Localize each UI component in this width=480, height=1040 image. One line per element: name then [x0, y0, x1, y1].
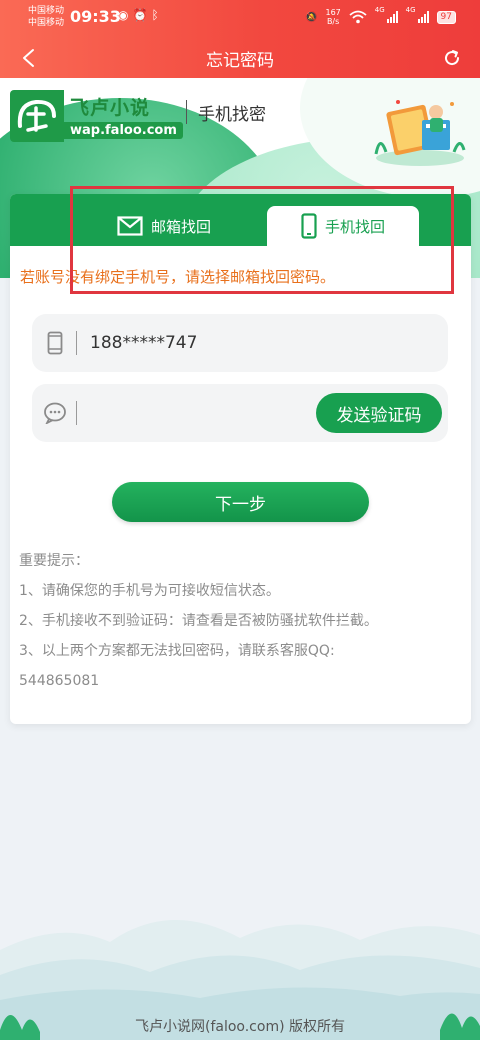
- hero-subtitle: 手机找密: [198, 105, 266, 125]
- phone-icon: [301, 213, 317, 239]
- signal-icon-1: [386, 11, 398, 23]
- tab-phone-label: 手机找回: [324, 217, 385, 236]
- phone-input[interactable]: [90, 327, 310, 359]
- signal-icon-2: [417, 11, 429, 23]
- recovery-tabs: 邮箱找回 手机找回: [10, 194, 471, 246]
- tip-item: 1、请确保您的手机号为可接收短信状态。: [19, 583, 280, 599]
- recovery-card: 邮箱找回 手机找回 若账号没有绑定手机号，请选择邮箱找回密码。 188*****…: [10, 194, 471, 724]
- binding-notice: 若账号没有绑定手机号，请选择邮箱找回密码。: [20, 268, 336, 286]
- tab-email-recovery[interactable]: 邮箱找回: [88, 206, 240, 246]
- verification-code-input[interactable]: [90, 397, 310, 429]
- tab-phone-recovery[interactable]: 手机找回: [267, 206, 419, 246]
- reading-illustration-icon: [374, 100, 466, 166]
- envelope-icon: [117, 216, 143, 236]
- status-bar: 中国移动 中国移动 09:33 ◉⏰ᛒ 🔕 167 B/s 4G 4G 97: [0, 0, 480, 34]
- copyright-footer: 飞卢小说网(faloo.com) 版权所有: [134, 1019, 345, 1035]
- tip-item: 3、以上两个方案都无法找回密码，请联系客服QQ:: [19, 643, 335, 659]
- logo-mark-icon: [10, 90, 64, 142]
- phone-field[interactable]: [32, 314, 448, 372]
- battery-icon: 97: [436, 10, 456, 24]
- message-icon: [42, 400, 68, 426]
- tip-item: 2、手机接收不到验证码：请查看是否被防骚扰软件拦截。: [19, 613, 378, 629]
- important-tips: 重要提示： 1、请确保您的手机号为可接收短信状态。 2、手机接收不到验证码：请查…: [19, 546, 464, 696]
- header: 忘记密码: [0, 36, 480, 80]
- net-type-1: 4G: [374, 6, 385, 14]
- bluetooth-icon: ᛒ: [151, 8, 163, 22]
- status-icons-right: 🔕 167 B/s 4G 4G 97: [305, 6, 456, 28]
- mute-icon: 🔕: [305, 11, 318, 23]
- support-qq-number: 544865081: [19, 673, 100, 689]
- field-divider: [76, 331, 77, 355]
- send-code-button[interactable]: 发送验证码: [316, 393, 442, 433]
- carrier-info: 中国移动 中国移动: [28, 5, 64, 29]
- status-icons-left: ◉⏰ᛒ: [118, 8, 163, 22]
- wifi-icon: [349, 10, 367, 24]
- net-type-2: 4G: [405, 6, 416, 14]
- logo-text: 飞卢小说 wap.faloo.com: [64, 90, 183, 142]
- mobile-icon: [42, 330, 68, 356]
- logo-name: 飞卢小说: [70, 97, 151, 119]
- page-title: 忘记密码: [206, 51, 274, 71]
- next-step-button[interactable]: 下一步: [112, 482, 369, 522]
- refresh-button[interactable]: [438, 44, 466, 72]
- status-time: 09:33: [70, 7, 121, 26]
- tips-title: 重要提示：: [19, 553, 89, 569]
- alarm-icon: ⏰: [132, 8, 152, 22]
- logo-url: wap.faloo.com: [64, 122, 183, 139]
- carrier-1: 中国移动: [28, 6, 65, 16]
- top-bar: 中国移动 中国移动 09:33 ◉⏰ᛒ 🔕 167 B/s 4G 4G 97 忘…: [0, 0, 480, 78]
- eye-icon: ◉: [118, 8, 133, 22]
- refresh-icon: [445, 50, 460, 66]
- tab-email-label: 邮箱找回: [150, 217, 211, 236]
- net-speed-unit: B/s: [326, 17, 340, 26]
- code-field[interactable]: 发送验证码: [32, 384, 448, 442]
- faloo-logo: 飞卢小说 wap.faloo.com: [10, 88, 183, 144]
- net-speed: 167 B/s: [325, 8, 340, 26]
- net-speed-value: 167: [325, 8, 341, 17]
- field-divider: [76, 401, 77, 425]
- carrier-2: 中国移动: [28, 18, 65, 28]
- hero-divider: [186, 100, 187, 124]
